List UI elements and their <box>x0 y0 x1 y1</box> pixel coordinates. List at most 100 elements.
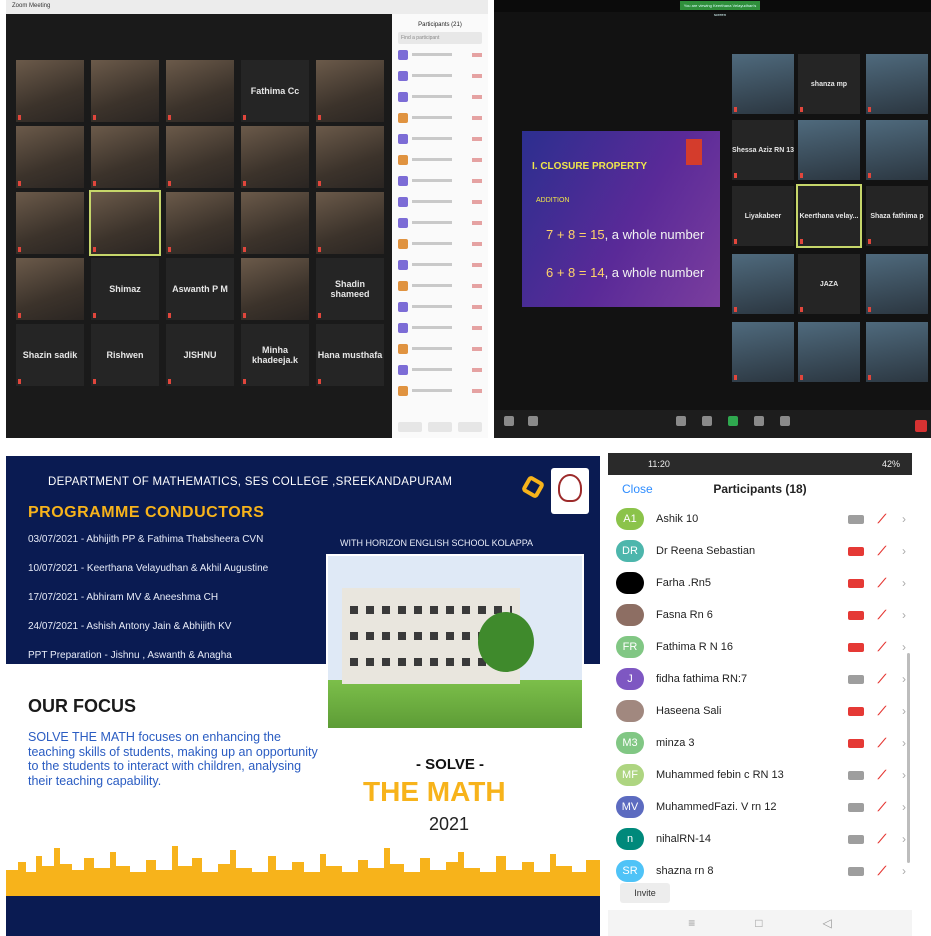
video-icon <box>848 514 864 524</box>
participant-row[interactable] <box>392 86 488 107</box>
schedule-line: PPT Preparation - Jishnu , Aswanth & Ana… <box>28 650 232 661</box>
video-tile[interactable] <box>89 190 161 256</box>
video-tile[interactable] <box>798 120 860 180</box>
video-tile[interactable] <box>316 60 384 122</box>
video-tile[interactable]: Liyakabeer <box>732 186 794 246</box>
muted-mic-icon <box>18 379 21 384</box>
home-icon[interactable]: □ <box>755 916 762 930</box>
video-tile[interactable] <box>866 120 928 180</box>
video-tile[interactable] <box>166 126 234 188</box>
muted-mic-icon <box>18 181 21 186</box>
video-tile[interactable]: Shaza fathima p <box>866 186 928 246</box>
participant-row[interactable] <box>392 44 488 65</box>
video-icon[interactable] <box>528 416 538 426</box>
participant-row[interactable] <box>392 380 488 401</box>
video-tile[interactable] <box>166 60 234 122</box>
participant-row[interactable] <box>392 359 488 380</box>
video-tile[interactable] <box>166 192 234 254</box>
video-tile[interactable]: Shazin sadik <box>16 324 84 386</box>
video-tile[interactable] <box>91 60 159 122</box>
record-icon[interactable] <box>754 416 764 426</box>
participant-row[interactable] <box>392 107 488 128</box>
participant-row[interactable]: A1 Ashik 10 ⟋ › <box>608 503 912 535</box>
menu-icon[interactable]: ≡ <box>688 916 695 930</box>
video-tile[interactable]: JISHNU <box>166 324 234 386</box>
invite-button[interactable]: Invite <box>620 883 670 903</box>
muted-mic-icon <box>318 313 321 318</box>
participant-row[interactable]: M3 minza 3 ⟋ › <box>608 727 912 759</box>
participant-row[interactable] <box>392 338 488 359</box>
video-tile[interactable]: Hana musthafa <box>316 324 384 386</box>
video-tile[interactable] <box>316 192 384 254</box>
participant-row[interactable] <box>392 65 488 86</box>
video-tile[interactable] <box>866 54 928 114</box>
chat-icon[interactable] <box>702 416 712 426</box>
participant-row[interactable]: Farha .Rn5 ⟋ › <box>608 567 912 599</box>
scrollbar[interactable] <box>907 653 910 863</box>
reactions-icon[interactable] <box>780 416 790 426</box>
participant-row[interactable] <box>392 191 488 212</box>
video-tile[interactable] <box>16 192 84 254</box>
end-meeting-button[interactable] <box>915 420 927 432</box>
participant-name-placeholder <box>412 95 452 98</box>
video-tile[interactable]: Keerthana velay... <box>796 184 862 248</box>
video-tile[interactable]: shanza mp <box>798 54 860 114</box>
participant-row[interactable] <box>392 254 488 275</box>
video-tile[interactable] <box>241 126 309 188</box>
video-tile[interactable]: Aswanth P M <box>166 258 234 320</box>
video-tile[interactable] <box>16 60 84 122</box>
participant-name-placeholder <box>412 284 452 287</box>
video-tile[interactable] <box>316 126 384 188</box>
muted-mic-icon <box>472 325 482 330</box>
avatar <box>398 70 408 81</box>
back-icon[interactable]: ◁ <box>823 916 832 930</box>
participants-icon[interactable] <box>676 416 686 426</box>
muted-mic-icon <box>318 181 321 186</box>
video-tile[interactable] <box>732 322 794 382</box>
avatar <box>398 364 408 375</box>
close-button[interactable]: Close <box>622 482 653 496</box>
participant-row[interactable]: Fasna Rn 6 ⟋ › <box>608 599 912 631</box>
mute-icon[interactable] <box>504 416 514 426</box>
participant-row[interactable]: MV MuhammedFazi. V rn 12 ⟋ › <box>608 791 912 823</box>
participant-row[interactable] <box>392 212 488 233</box>
video-tile[interactable] <box>16 258 84 320</box>
video-tile[interactable] <box>798 322 860 382</box>
participant-row[interactable]: Haseena Sali ⟋ › <box>608 695 912 727</box>
video-tile[interactable] <box>241 192 309 254</box>
video-tile[interactable]: Shimaz <box>91 258 159 320</box>
participant-row[interactable] <box>392 170 488 191</box>
participant-row[interactable]: FR Fathima R N 16 ⟋ › <box>608 631 912 663</box>
unmute-me-button[interactable] <box>428 422 452 432</box>
screen-share-banner: You are viewing Keerthana Velayudhan's s… <box>680 1 760 17</box>
participant-row[interactable]: Jfidha fathima RN:7 ⟋ › <box>608 663 912 695</box>
participant-row[interactable] <box>392 296 488 317</box>
participant-row[interactable]: n nihalRN-14 ⟋ › <box>608 823 912 855</box>
participant-row[interactable] <box>392 128 488 149</box>
video-tile[interactable] <box>732 54 794 114</box>
participant-row[interactable] <box>392 149 488 170</box>
video-tile[interactable]: Rishwen <box>91 324 159 386</box>
video-tile[interactable] <box>732 254 794 314</box>
video-tile[interactable] <box>91 126 159 188</box>
video-tile[interactable]: Fathima Cc <box>241 60 309 122</box>
invite-button[interactable] <box>398 422 422 432</box>
participant-row[interactable]: DR Dr Reena Sebastian ⟋ › <box>608 535 912 567</box>
share-screen-icon[interactable] <box>728 416 738 426</box>
participant-row[interactable] <box>392 275 488 296</box>
status-battery: 42% <box>881 459 900 469</box>
video-tile[interactable] <box>16 126 84 188</box>
raise-hand-button[interactable] <box>458 422 482 432</box>
video-off-icon <box>848 546 864 556</box>
video-tile[interactable]: Shadin shameed <box>316 258 384 320</box>
video-tile[interactable]: Shessa Aziz RN 13 <box>732 120 794 180</box>
video-tile[interactable]: JAZA <box>798 254 860 314</box>
participant-search-input[interactable]: Find a participant <box>398 32 482 44</box>
video-tile[interactable] <box>866 322 928 382</box>
video-tile[interactable] <box>866 254 928 314</box>
video-tile[interactable] <box>241 258 309 320</box>
participant-row[interactable]: MF Muhammed febin c RN 13 ⟋ › <box>608 759 912 791</box>
participant-row[interactable] <box>392 233 488 254</box>
participant-row[interactable] <box>392 317 488 338</box>
video-tile[interactable]: Minha khadeeja.k <box>241 324 309 386</box>
